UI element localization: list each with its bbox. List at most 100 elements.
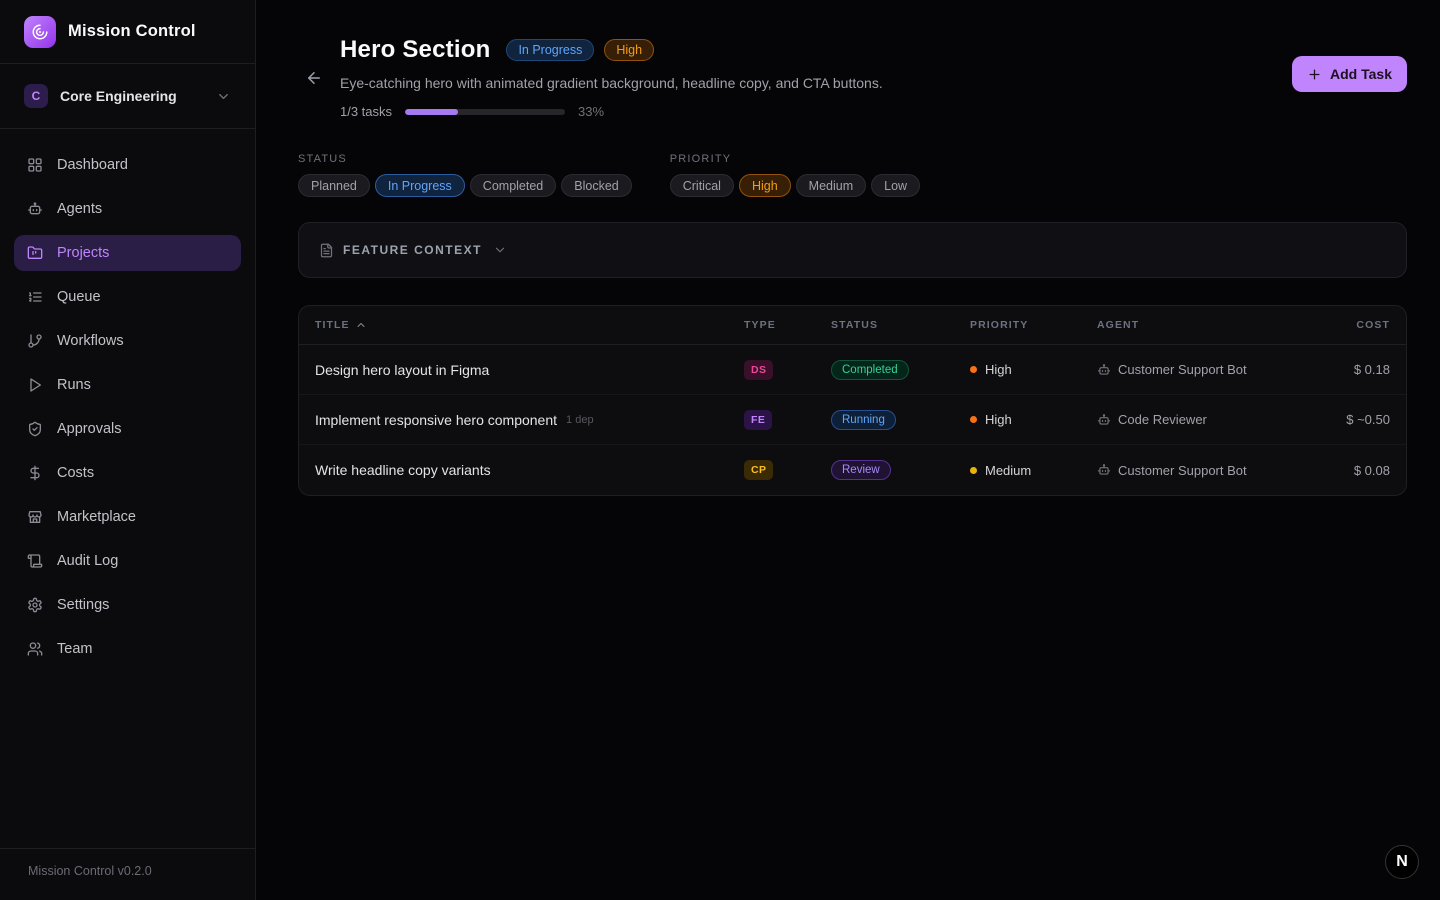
plus-icon <box>1307 67 1322 82</box>
app-title: Mission Control <box>68 22 196 41</box>
task-agent: Customer Support Bot <box>1118 463 1247 478</box>
task-priority: High <box>985 362 1012 377</box>
sidebar-item-label: Settings <box>57 597 109 613</box>
page-header: Hero Section In Progress High Eye-catchi… <box>298 36 1407 119</box>
sidebar-item-label: Queue <box>57 289 101 305</box>
sidebar-item-label: Team <box>57 641 92 657</box>
status-chip-blocked[interactable]: Blocked <box>561 174 631 197</box>
feature-status-badge: In Progress <box>506 39 594 61</box>
sidebar-header: Mission Control <box>0 0 255 64</box>
play-icon <box>27 377 43 393</box>
grid-icon <box>27 157 43 173</box>
sidebar-item-marketplace[interactable]: Marketplace <box>14 499 241 535</box>
task-row-design-hero-layout-in-figma[interactable]: Design hero layout in Figma DS Completed Hi… <box>299 345 1406 395</box>
sidebar-item-team[interactable]: Team <box>14 631 241 667</box>
priority-chip-critical[interactable]: Critical <box>670 174 734 197</box>
bot-icon <box>1097 413 1111 427</box>
priority-chip-medium[interactable]: Medium <box>796 174 866 197</box>
scroll-icon <box>27 553 43 569</box>
task-title: Implement responsive hero component <box>315 412 557 428</box>
sidebar-item-agents[interactable]: Agents <box>14 191 241 227</box>
workspace-badge: C <box>24 84 48 108</box>
add-task-button[interactable]: Add Task <box>1292 56 1407 92</box>
sidebar-item-runs[interactable]: Runs <box>14 367 241 403</box>
task-cost: $ 0.18 <box>1354 362 1390 377</box>
task-type-badge: DS <box>744 360 773 380</box>
git-branch-icon <box>27 333 43 349</box>
task-title: Write headline copy variants <box>315 462 491 478</box>
sort-ascending-icon <box>355 319 367 331</box>
task-status-badge: Running <box>831 410 896 430</box>
dollar-icon <box>27 465 43 481</box>
status-chip-completed[interactable]: Completed <box>470 174 556 197</box>
task-priority: High <box>985 412 1012 427</box>
sidebar-item-label: Runs <box>57 377 91 393</box>
main-content: Hero Section In Progress High Eye-catchi… <box>256 0 1440 900</box>
status-chip-in-progress[interactable]: In Progress <box>375 174 465 197</box>
task-type-badge: FE <box>744 410 772 430</box>
sidebar-item-label: Dashboard <box>57 157 128 173</box>
sidebar-item-queue[interactable]: Queue <box>14 279 241 315</box>
sidebar-item-label: Costs <box>57 465 94 481</box>
nextjs-devtools-button[interactable]: N <box>1385 845 1419 879</box>
priority-filter-group: Priority CriticalHighMediumLow <box>670 153 920 197</box>
task-status-badge: Review <box>831 460 891 480</box>
back-button[interactable] <box>298 62 330 94</box>
sidebar: Mission Control C Core Engineering Dashb… <box>0 0 256 900</box>
task-row-implement-responsive-hero-component[interactable]: Implement responsive hero component1 dep… <box>299 395 1406 445</box>
sidebar-item-settings[interactable]: Settings <box>14 587 241 623</box>
priority-chip-high[interactable]: High <box>739 174 791 197</box>
task-agent: Customer Support Bot <box>1118 362 1247 377</box>
sidebar-item-approvals[interactable]: Approvals <box>14 411 241 447</box>
task-type-badge: CP <box>744 460 773 480</box>
progress-row: 1/3 tasks 33% <box>340 104 1292 119</box>
task-cost: $ 0.08 <box>1354 463 1390 478</box>
shield-check-icon <box>27 421 43 437</box>
priority-filter-chips: CriticalHighMediumLow <box>670 174 920 197</box>
task-status-badge: Completed <box>831 360 909 380</box>
feature-context-toggle[interactable]: FEATURE CONTEXT <box>298 222 1407 278</box>
bot-icon <box>27 201 43 217</box>
feature-priority-badge: High <box>604 39 654 61</box>
sidebar-item-projects[interactable]: Projects <box>14 235 241 271</box>
spiral-logo-icon <box>31 23 49 41</box>
column-header-cost[interactable]: COST <box>1331 319 1390 331</box>
task-row-write-headline-copy-variants[interactable]: Write headline copy variantsCPReviewMedi… <box>299 445 1406 495</box>
folder-icon <box>27 245 43 261</box>
column-header-agent[interactable]: AGENT <box>1097 319 1331 331</box>
bot-icon <box>1097 463 1111 477</box>
column-header-title[interactable]: TITLE <box>315 319 744 331</box>
column-header-priority[interactable]: PRIORITY <box>970 319 1097 331</box>
progress-bar-fill <box>405 109 458 115</box>
task-title: Design hero layout in Figma <box>315 362 489 378</box>
tasks-count-label: 1/3 tasks <box>340 104 392 119</box>
status-filter-label: Status <box>298 153 632 165</box>
sidebar-item-dashboard[interactable]: Dashboard <box>14 147 241 183</box>
workspace-switcher[interactable]: C Core Engineering <box>0 64 255 129</box>
gear-icon <box>27 597 43 613</box>
feature-header: Hero Section In Progress High Eye-catchi… <box>340 36 1292 119</box>
add-task-label: Add Task <box>1330 66 1392 82</box>
progress-bar <box>405 109 565 115</box>
priority-chip-low[interactable]: Low <box>871 174 920 197</box>
sidebar-item-costs[interactable]: Costs <box>14 455 241 491</box>
chevron-down-icon <box>216 89 231 104</box>
priority-filter-label: Priority <box>670 153 920 165</box>
sidebar-item-workflows[interactable]: Workflows <box>14 323 241 359</box>
sidebar-item-label: Approvals <box>57 421 121 437</box>
sidebar-item-audit-log[interactable]: Audit Log <box>14 543 241 579</box>
app-logo <box>24 16 56 48</box>
chevron-down-icon <box>493 243 507 257</box>
bot-icon <box>1097 363 1111 377</box>
column-header-type[interactable]: TYPE <box>744 319 831 331</box>
status-chip-planned[interactable]: Planned <box>298 174 370 197</box>
arrow-left-icon <box>305 69 323 87</box>
feature-context-label: FEATURE CONTEXT <box>343 243 482 257</box>
users-icon <box>27 641 43 657</box>
sidebar-item-label: Marketplace <box>57 509 136 525</box>
page-title: Hero Section <box>340 36 490 64</box>
sidebar-item-label: Workflows <box>57 333 124 349</box>
column-header-status[interactable]: STATUS <box>831 319 970 331</box>
tasks-table-body: Design hero layout in Figma DS Completed Hi… <box>299 345 1406 495</box>
tasks-table-header: TITLETYPESTATUSPRIORITYAGENTCOST <box>299 306 1406 345</box>
